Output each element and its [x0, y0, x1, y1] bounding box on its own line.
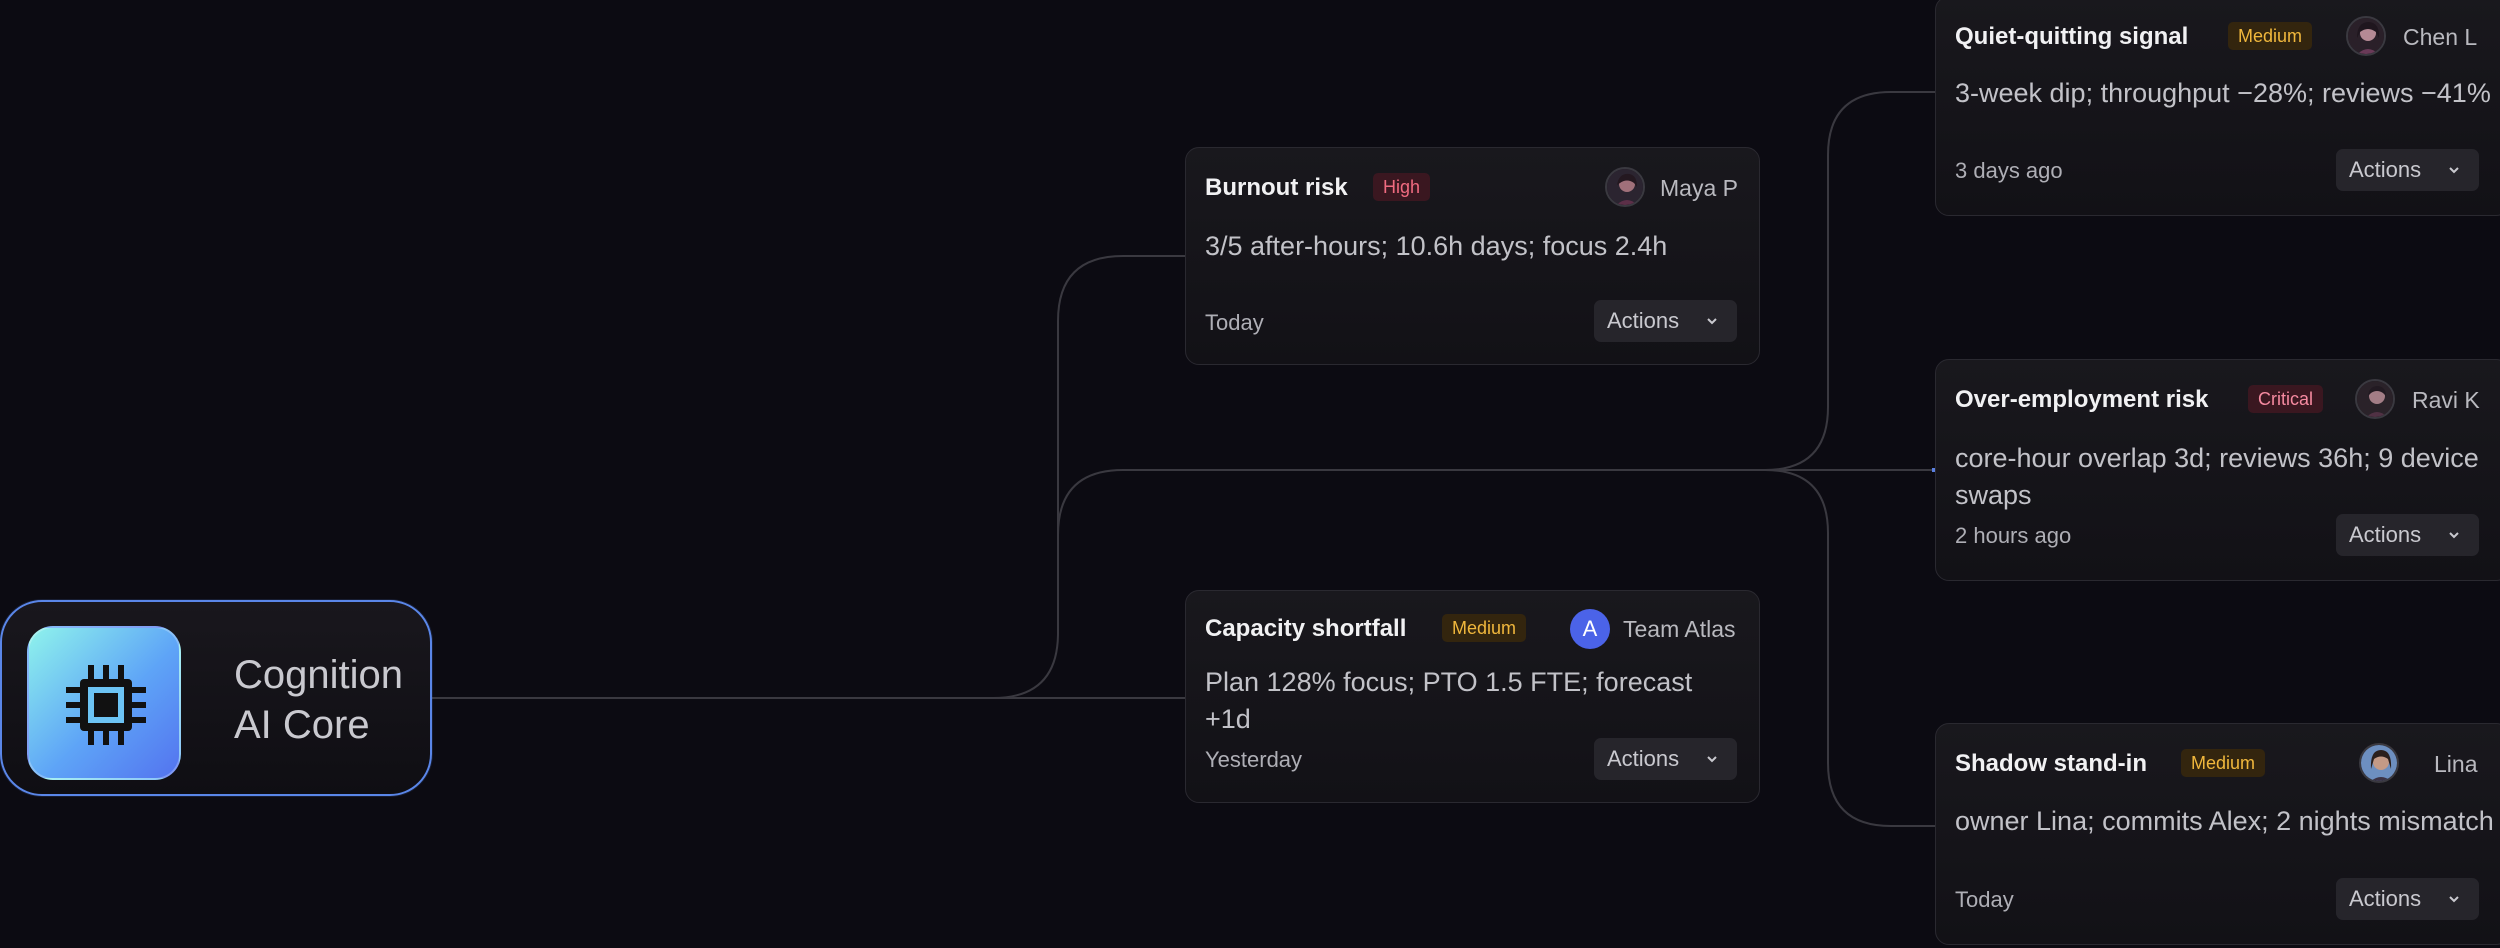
card-description: owner Lina; commits Alex; 2 nights misma…: [1955, 806, 2494, 836]
card-burnout-risk[interactable]: Burnout risk High Maya P 3/5 after-hours…: [1185, 147, 1760, 365]
actions-label: Actions: [2349, 157, 2422, 182]
card-title: Shadow stand-in: [1955, 750, 2147, 777]
core-title-line1: Cognition: [234, 653, 404, 697]
card-description: core-hour overlap 3d; reviews 36h; 9 dev…: [1955, 443, 2479, 510]
avatar: [1605, 167, 1645, 207]
actions-label: Actions: [1607, 746, 1680, 771]
card-description: 3/5 after-hours; 10.6h days; focus 2.4h: [1205, 231, 1668, 261]
severity-badge: Medium: [1442, 614, 1527, 642]
assignee-name: Ravi K: [2412, 387, 2480, 413]
timestamp: Today: [1955, 887, 2014, 912]
chevron-down-icon: [2449, 896, 2459, 903]
card-title: Capacity shortfall: [1205, 615, 1407, 642]
assignee-name: Team Atlas: [1623, 616, 1736, 642]
core-title-line2: AI Core: [234, 703, 370, 747]
actions-button[interactable]: Actions: [1594, 300, 1737, 342]
card-capacity-shortfall[interactable]: Capacity shortfall Medium A Team Atlas P…: [1185, 590, 1760, 803]
actions-button[interactable]: Actions: [1594, 738, 1737, 780]
connector-core-to-hub: [1057, 469, 1765, 536]
timestamp: Today: [1205, 310, 1264, 335]
avatar: [2355, 379, 2395, 419]
card-quiet-quitting-signal[interactable]: Quiet-quitting signal Medium Chen L 3-we…: [1935, 0, 2500, 216]
card-description: 3-week dip; throughput −28%; reviews −41…: [1955, 78, 2491, 108]
card-title: Quiet-quitting signal: [1955, 23, 2189, 50]
cpu-chip-icon: [27, 626, 181, 780]
avatar: [2359, 743, 2399, 783]
connector-hub-to-quiet: [1764, 91, 1935, 471]
actions-label: Actions: [2349, 522, 2422, 547]
actions-button[interactable]: Actions: [2336, 149, 2479, 191]
connector-core-to-burnout: [432, 255, 1185, 699]
timestamp: Yesterday: [1205, 747, 1303, 772]
avatar: [2346, 16, 2386, 56]
timestamp: 3 days ago: [1955, 158, 2063, 183]
card-shadow-stand-in[interactable]: Shadow stand-in Medium Lina owner Lina; …: [1935, 723, 2500, 945]
assignee-name: Chen L: [2403, 24, 2478, 50]
assignee-name: Maya P: [1660, 175, 1738, 201]
actions-button[interactable]: Actions: [2336, 878, 2479, 920]
chevron-down-icon: [2449, 167, 2459, 174]
card-title: Burnout risk: [1205, 174, 1348, 201]
card-description: Plan 128% focus; PTO 1.5 FTE; forecast +…: [1205, 667, 1693, 734]
assignee-name: Lina: [2434, 751, 2478, 777]
chevron-down-icon: [1707, 756, 1717, 763]
actions-button[interactable]: Actions: [2336, 514, 2479, 556]
actions-label: Actions: [2349, 886, 2422, 911]
severity-badge: Medium: [2181, 749, 2266, 777]
card-title: Over-employment risk: [1955, 386, 2209, 413]
severity-badge: Medium: [2228, 22, 2313, 50]
timestamp: 2 hours ago: [1955, 523, 2072, 548]
core-title: Cognition AI Core: [234, 650, 434, 750]
severity-badge: High: [1373, 173, 1431, 201]
chevron-down-icon: [1707, 318, 1717, 325]
chevron-down-icon: [2449, 532, 2459, 539]
actions-label: Actions: [1607, 308, 1680, 333]
card-over-employment-risk[interactable]: Over-employment risk Critical Ravi K cor…: [1935, 359, 2500, 581]
avatar: A: [1570, 609, 1610, 649]
flow-canvas: Cognition AI Core Burnout risk High Maya…: [0, 0, 2500, 948]
connector-hub-to-shadow: [1764, 469, 1935, 827]
severity-badge: Critical: [2248, 385, 2324, 413]
core-node[interactable]: Cognition AI Core: [0, 600, 432, 796]
